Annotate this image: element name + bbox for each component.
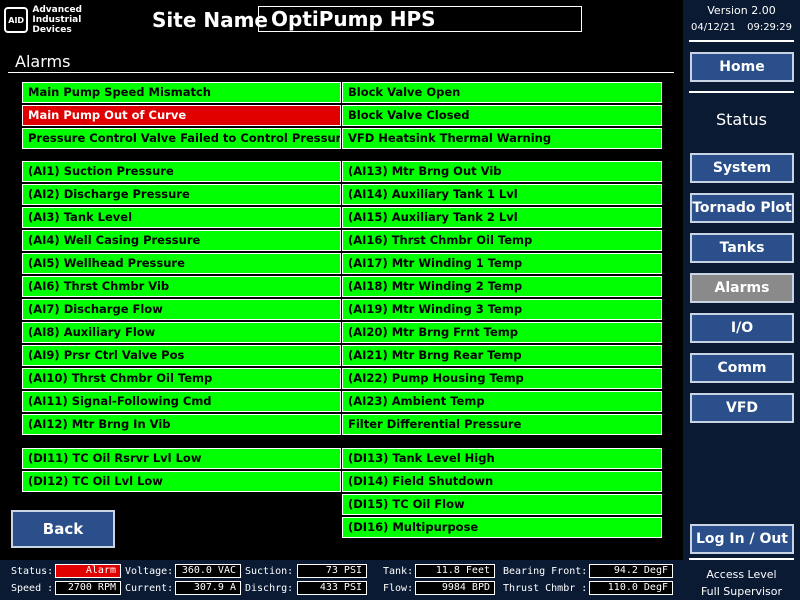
alarm-indicator: (AI3) Tank Level — [22, 207, 341, 228]
alarm-indicator: Pressure Control Valve Failed to Control… — [22, 128, 341, 149]
alarm-indicator: Filter Differential Pressure — [342, 414, 662, 435]
alarm-indicator: (AI20) Mtr Brng Frnt Temp — [342, 322, 662, 343]
voltage-value: 360.0 VAC — [175, 564, 241, 578]
alarm-indicator: (AI15) Auxiliary Tank 2 Lvl — [342, 207, 662, 228]
alarm-indicator: (AI2) Discharge Pressure — [22, 184, 341, 205]
alarm-indicator: (AI6) Thrst Chmbr Vib — [22, 276, 341, 297]
tank-value: 11.8 Feet — [415, 564, 495, 578]
logo-mark: AID — [4, 7, 29, 33]
alarm-indicator: (AI9) Prsr Ctrl Valve Pos — [22, 345, 341, 366]
suction-value: 73 PSI — [297, 564, 367, 578]
alarm-indicator: Block Valve Open — [342, 82, 662, 103]
discharge-label: Dischrg: — [245, 583, 294, 594]
login-logout-button[interactable]: Log In / Out — [690, 524, 794, 554]
voltage-label: Voltage: — [125, 566, 174, 577]
status-bar: Status: Alarm Speed : 2700 RPM Voltage: … — [0, 560, 683, 600]
alarm-indicator: (AI14) Auxiliary Tank 1 Lvl — [342, 184, 662, 205]
thrust-chamber-value: 110.0 DegF — [589, 581, 673, 595]
logo-line: Advanced — [32, 5, 82, 15]
alarm-indicator: (AI19) Mtr Winding 3 Temp — [342, 299, 662, 320]
alarm-indicator: (AI10) Thrst Chmbr Oil Temp — [22, 368, 341, 389]
status-section-title: Status — [716, 110, 767, 129]
alarm-indicator: (AI13) Mtr Brng Out Vib — [342, 161, 662, 182]
right-nav-panel: Version 2.00 04/12/21 09:29:29 Home Stat… — [683, 0, 800, 600]
alarm-indicator: (DI12) TC Oil Lvl Low — [22, 471, 341, 492]
company-logo: AID Advanced Industrial Devices — [4, 4, 82, 36]
alarm-indicator: (DI15) TC Oil Flow — [342, 494, 662, 515]
system-button[interactable]: System — [690, 153, 794, 183]
alarm-indicator: (AI23) Ambient Temp — [342, 391, 662, 412]
flow-label: Flow: — [383, 583, 414, 594]
logo-line: Devices — [32, 25, 72, 35]
bearing-front-label: Bearing Front: — [503, 566, 588, 577]
alarms-title: Alarms — [15, 52, 71, 71]
alarm-indicator: (DI14) Field Shutdown — [342, 471, 662, 492]
status-label: Status: — [11, 566, 54, 577]
site-name-value: OptiPump HPS — [258, 6, 582, 32]
vfd-button[interactable]: VFD — [690, 393, 794, 423]
current-label: Current: — [125, 583, 174, 594]
alarm-indicator: (AI17) Mtr Winding 1 Temp — [342, 253, 662, 274]
divider — [689, 91, 794, 93]
divider — [689, 558, 794, 560]
alarms-button[interactable]: Alarms — [690, 273, 794, 303]
io-button[interactable]: I/O — [690, 313, 794, 343]
tank-label: Tank: — [383, 566, 414, 577]
suction-label: Suction: — [245, 566, 294, 577]
logo-text: Advanced Industrial Devices — [32, 5, 82, 35]
alarm-indicator: (AI18) Mtr Winding 2 Temp — [342, 276, 662, 297]
logo-line: Industrial — [32, 15, 82, 25]
status-value: Alarm — [55, 564, 121, 578]
alarms-divider — [8, 72, 674, 73]
back-button[interactable]: Back — [11, 510, 115, 548]
alarm-indicator: Block Valve Closed — [342, 105, 662, 126]
alarm-indicator: (AI11) Signal-Following Cmd — [22, 391, 341, 412]
access-level-label: Access Level — [706, 568, 777, 581]
alarm-indicator: (AI8) Auxiliary Flow — [22, 322, 341, 343]
alarm-indicator: Main Pump Speed Mismatch — [22, 82, 341, 103]
tornado-plot-button[interactable]: Tornado Plot — [690, 193, 794, 223]
access-level: Access Level Full Supervisor — [683, 566, 800, 600]
alarm-indicator: (AI4) Well Casing Pressure — [22, 230, 341, 251]
alarm-indicator: (AI16) Thrst Chmbr Oil Temp — [342, 230, 662, 251]
time-value: 09:29:29 — [747, 22, 793, 33]
bearing-front-value: 94.2 DegF — [589, 564, 673, 578]
divider — [689, 40, 794, 42]
date-value: 04/12/21 — [690, 22, 736, 33]
alarm-indicator: (DI16) Multipurpose — [342, 517, 662, 538]
version-label: Version 2.00 — [707, 4, 776, 17]
access-level-value: Full Supervisor — [700, 585, 783, 598]
alarm-indicator: (AI7) Discharge Flow — [22, 299, 341, 320]
alarm-indicator: VFD Heatsink Thermal Warning — [342, 128, 662, 149]
thrust-chamber-label: Thrust Chmbr : — [503, 583, 588, 594]
current-value: 307.9 A — [175, 581, 241, 595]
home-button[interactable]: Home — [690, 52, 794, 82]
comm-button[interactable]: Comm — [690, 353, 794, 383]
site-name-label: Site Name — [152, 8, 268, 32]
speed-label: Speed : — [11, 583, 54, 594]
alarm-indicator: (AI1) Suction Pressure — [22, 161, 341, 182]
alarm-indicator: (DI11) TC Oil Rsrvr Lvl Low — [22, 448, 341, 469]
datetime: 04/12/21 09:29:29 — [683, 22, 800, 33]
flow-value: 9984 BPD — [415, 581, 495, 595]
alarm-indicator: (AI12) Mtr Brng In Vib — [22, 414, 341, 435]
alarm-indicator: (AI5) Wellhead Pressure — [22, 253, 341, 274]
discharge-value: 433 PSI — [297, 581, 367, 595]
tanks-button[interactable]: Tanks — [690, 233, 794, 263]
alarm-indicator: (AI22) Pump Housing Temp — [342, 368, 662, 389]
alarm-indicator: (DI13) Tank Level High — [342, 448, 662, 469]
alarm-indicator: (AI21) Mtr Brng Rear Temp — [342, 345, 662, 366]
alarm-indicator: Main Pump Out of Curve — [22, 105, 341, 126]
speed-value: 2700 RPM — [55, 581, 121, 595]
